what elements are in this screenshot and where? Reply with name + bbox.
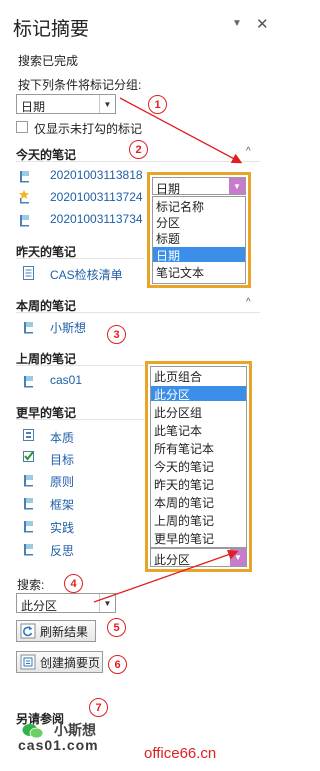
callout-badge: 5 [107,618,126,637]
callout-arrows [93,97,243,603]
callout-arrow [93,549,239,603]
callout-badge: 6 [108,655,127,674]
callout-badge: 3 [107,325,126,344]
callout-badge: 4 [64,574,83,593]
callout-badge: 7 [89,698,108,717]
callout-badge: 1 [148,95,167,114]
callout-badge: 2 [129,140,148,159]
